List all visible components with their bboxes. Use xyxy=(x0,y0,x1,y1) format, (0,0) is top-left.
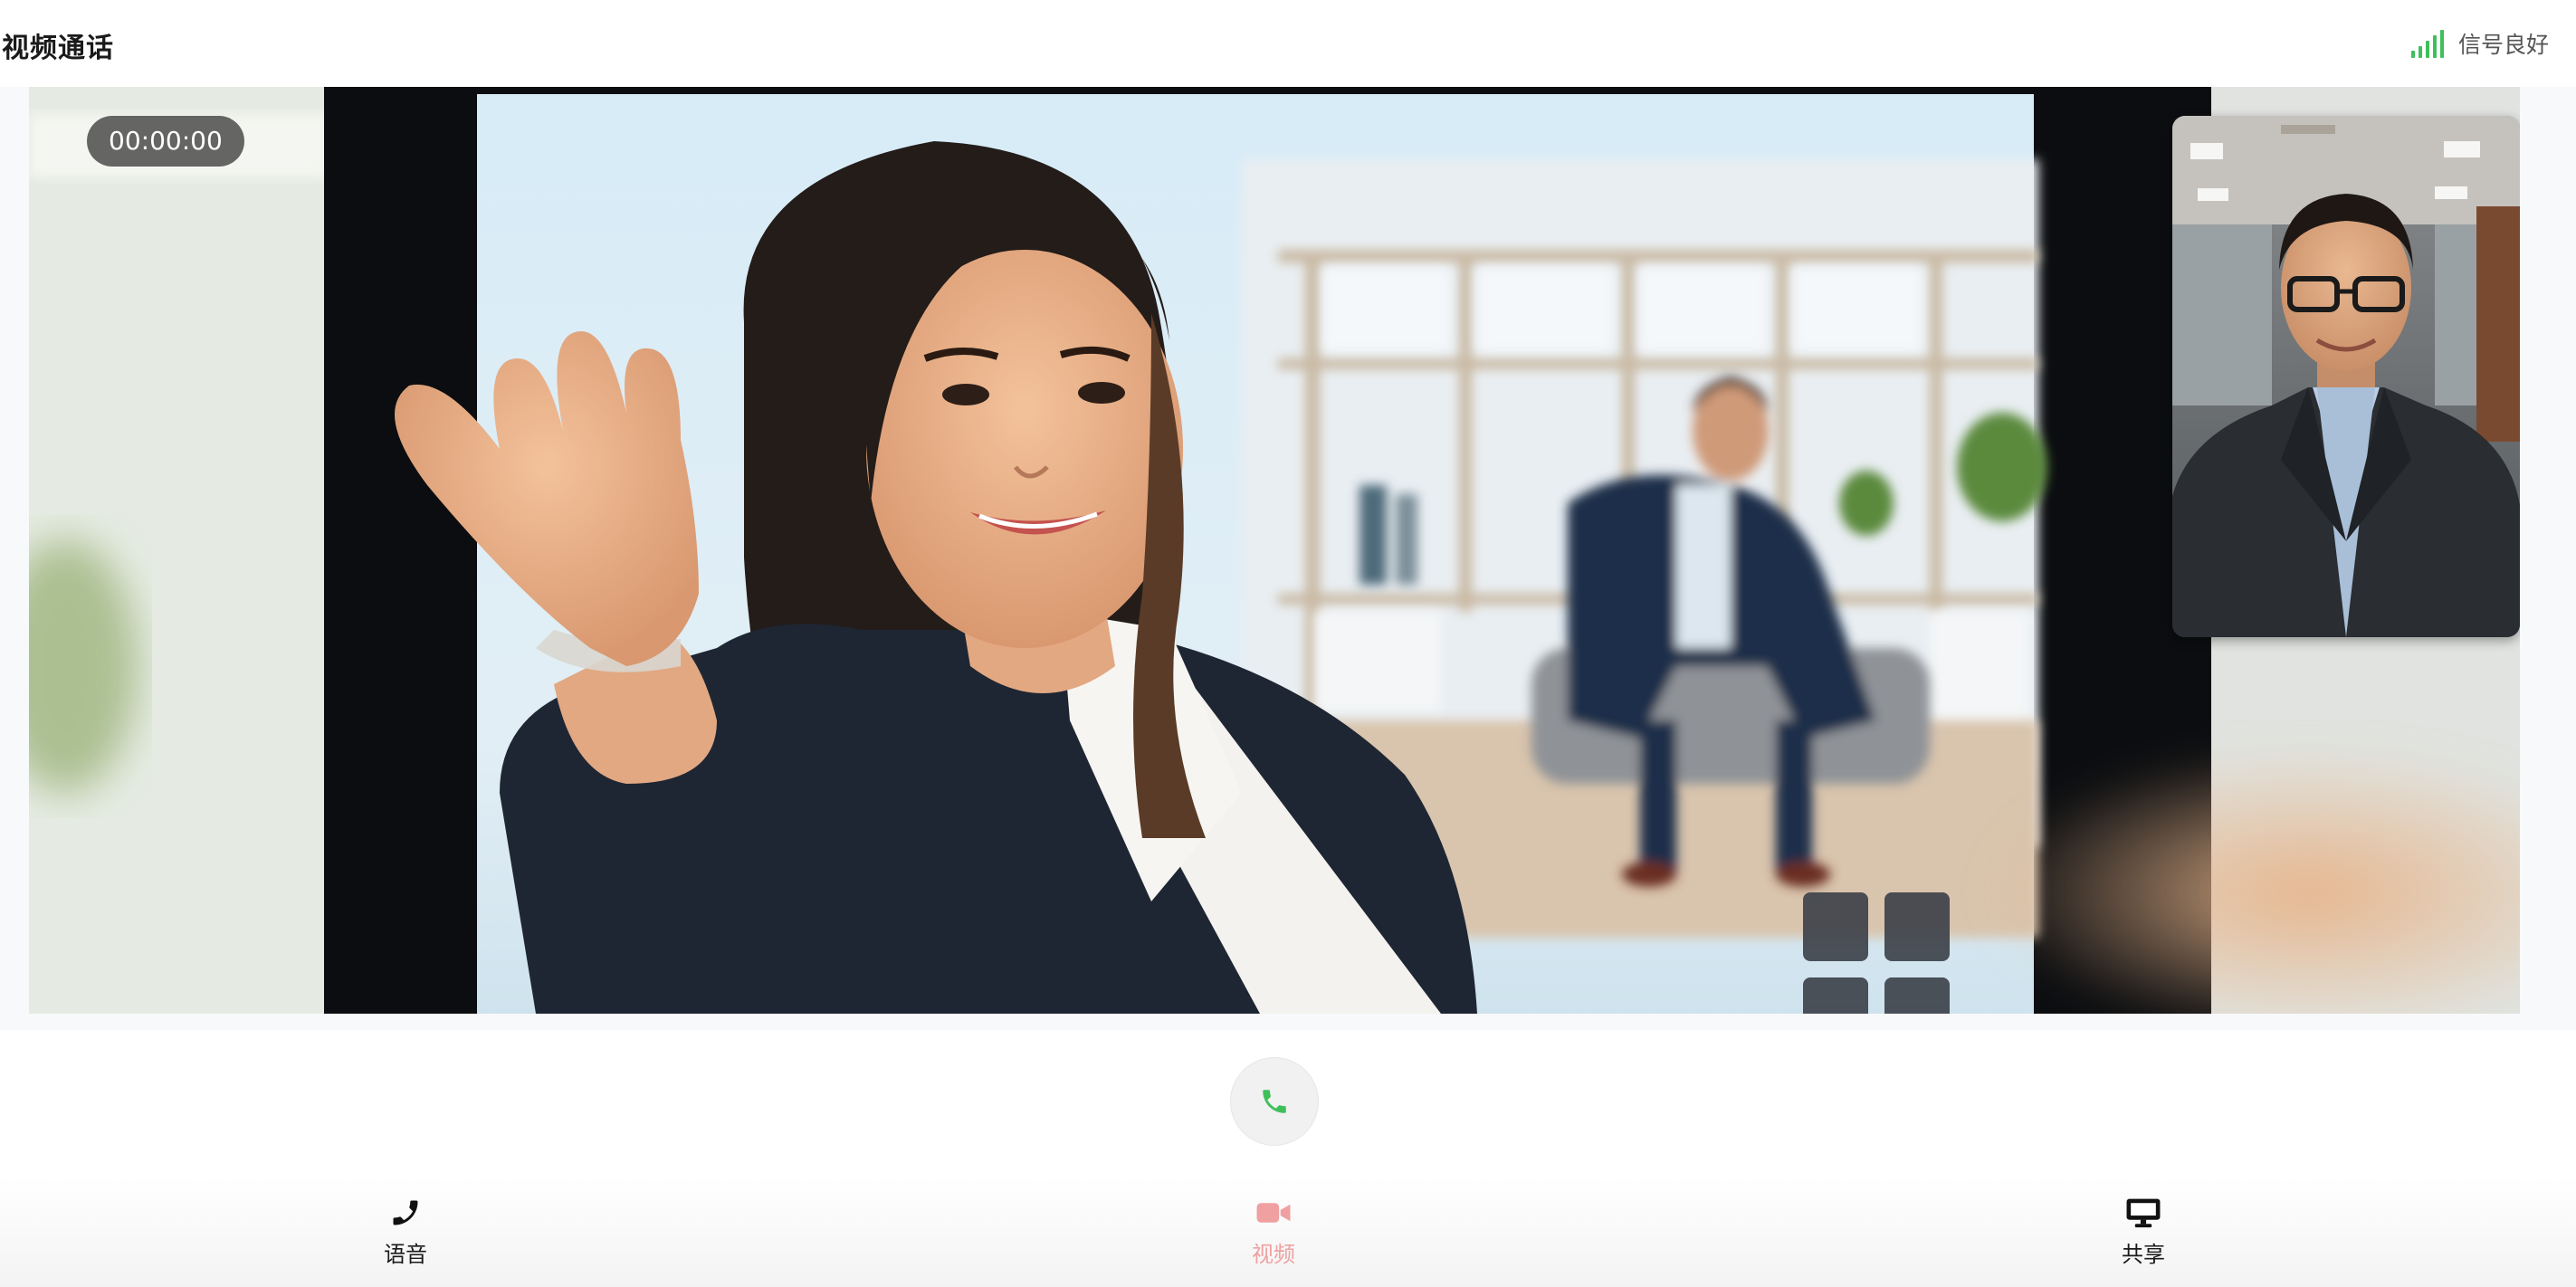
remote-video: 00:00:00 xyxy=(29,87,2520,1014)
share-label: 共享 xyxy=(2122,1242,2165,1267)
call-button[interactable] xyxy=(1230,1057,1319,1146)
phone-icon xyxy=(393,1200,418,1225)
signal-status: 信号良好 xyxy=(2410,27,2549,60)
signal-status-text: 信号良好 xyxy=(2457,32,2549,58)
monitor-icon xyxy=(2126,1198,2161,1228)
video-camera-icon xyxy=(1256,1203,1291,1223)
local-video-preview[interactable] xyxy=(2172,116,2520,637)
call-timer: 00:00:00 xyxy=(87,116,244,167)
page-title: 视频通话 xyxy=(2,33,114,64)
top-bar: 视频通话 信号良好 xyxy=(0,0,2576,88)
phone-icon xyxy=(1263,1090,1286,1113)
local-video-image xyxy=(2172,116,2520,637)
voice-label: 语音 xyxy=(384,1242,427,1267)
call-toolbar: 语音 视频 共享 xyxy=(0,1177,2576,1287)
video-button[interactable]: 视频 xyxy=(1219,1196,1328,1268)
voice-button[interactable]: 语音 xyxy=(351,1196,460,1268)
video-stage: 00:00:00 xyxy=(0,87,2576,1030)
share-button[interactable]: 共享 xyxy=(2089,1196,2198,1268)
video-label: 视频 xyxy=(1252,1242,1295,1267)
remote-video-image xyxy=(29,87,2520,1014)
signal-strength-icon xyxy=(2410,29,2444,58)
